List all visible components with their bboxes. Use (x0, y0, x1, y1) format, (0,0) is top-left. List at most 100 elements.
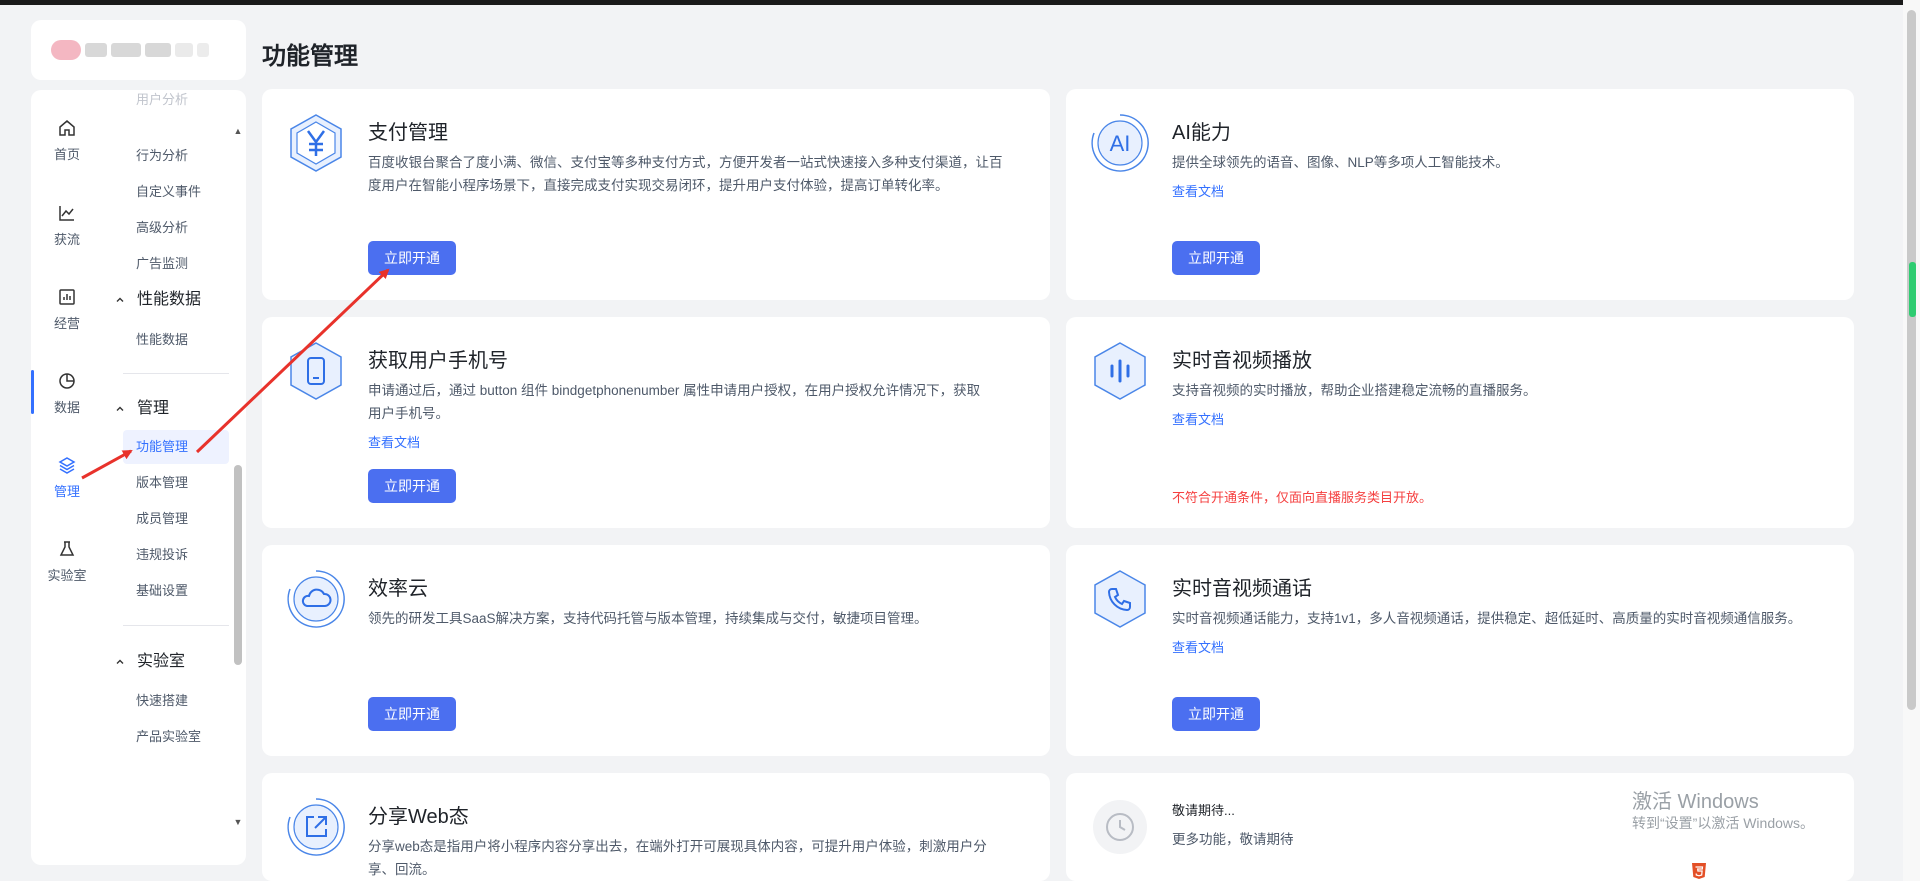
card-title: 获取用户手机号 (368, 350, 508, 372)
feature-card-live-call: 实时音视频通话 实时音视频通话能力，支持1v1，多人音视频通话，提供稳定、超低延… (1066, 545, 1854, 756)
html5-icon[interactable] (1690, 862, 1708, 880)
primary-nav: 首页 获流 经营 数据 管理 实验室 (31, 90, 103, 865)
card-description: 提供全球领先的语音、图像、NLP等多项人工智能技术。 (1172, 155, 1509, 170)
sub-item-ad-monitoring[interactable]: 广告监测 (136, 254, 188, 274)
phone-icon (290, 342, 342, 400)
sub-group-lab[interactable]: 实验室 (115, 651, 185, 673)
divider (123, 373, 229, 374)
feature-card-ai: AI AI能力 提供全球领先的语音、图像、NLP等多项人工智能技术。 查看文档 … (1066, 89, 1854, 300)
chevron-up-icon (116, 659, 124, 664)
scroll-up-arrow-icon[interactable]: ▲ (233, 126, 243, 136)
sub-item-user-analysis[interactable]: 用户分析 (136, 90, 188, 110)
view-docs-link[interactable]: 查看文档 (1172, 409, 1224, 428)
card-title: 效率云 (368, 578, 428, 600)
sub-item-member-management[interactable]: 成员管理 (136, 509, 188, 529)
nav-item-label: 获流 (53, 232, 80, 247)
sidebar-scroll-thumb[interactable] (234, 465, 242, 665)
feature-card-share-web: 分享Web态 分享web态是指用户将小程序内容分享出去，在端外打开可展现具体内容… (262, 773, 1050, 881)
sub-item-product-lab[interactable]: 产品实验室 (136, 727, 201, 747)
view-docs-link[interactable]: 查看文档 (1172, 181, 1224, 200)
activate-button-live-call[interactable]: 立即开通 (1172, 697, 1260, 731)
ai-icon: AI (1091, 114, 1149, 172)
card-description: 分享web态是指用户将小程序内容分享出去，在端外打开可展现具体内容，可提升用户体… (368, 839, 987, 877)
chart-line-icon (59, 206, 74, 221)
card-description: 更多功能，敬请期待 (1172, 832, 1294, 847)
nav-item-label: 实验室 (47, 568, 87, 583)
feature-card-phone-number: 获取用户手机号 申请通过后，通过 button 组件 bindgetphonen… (262, 317, 1050, 528)
card-title: 实时音视频播放 (1172, 350, 1312, 372)
activate-button-phone[interactable]: 立即开通 (368, 469, 456, 503)
nav-item-home[interactable]: 首页 (31, 118, 103, 188)
sub-item-performance-data[interactable]: 性能数据 (136, 330, 188, 350)
nav-item-label: 管理 (53, 484, 80, 499)
sub-group-performance[interactable]: 性能数据 (115, 289, 201, 311)
sidebar: 首页 获流 经营 数据 管理 实验室 用户分析 行为分析 自定义事件 高级分析 … (31, 90, 246, 865)
flask-icon (59, 541, 75, 556)
sub-item-version-management[interactable]: 版本管理 (136, 473, 188, 493)
nav-item-lab[interactable]: 实验室 (31, 539, 103, 609)
yuan-icon (290, 114, 342, 172)
scroll-down-arrow-icon[interactable]: ▼ (233, 817, 243, 827)
chevron-up-icon (116, 297, 124, 302)
card-title: AI能力 (1172, 122, 1231, 144)
card-description: 支持音视频的实时播放，帮助企业搭建稳定流畅的直播服务。 (1172, 383, 1537, 398)
sub-group-manage[interactable]: 管理 (115, 398, 169, 420)
page-scrollbar[interactable] (1903, 0, 1920, 881)
sub-group-label: 实验室 (137, 653, 186, 670)
view-docs-link[interactable]: 查看文档 (368, 432, 420, 451)
pie-chart-icon (59, 373, 75, 389)
call-icon (1094, 570, 1146, 628)
sub-item-feature-management[interactable]: 功能管理 (136, 437, 188, 457)
sidebar-scrollbar[interactable]: ▲ ▼ (229, 90, 246, 865)
card-title: 实时音视频通话 (1172, 578, 1312, 600)
windows-activation-watermark: 激活 Windows (1632, 791, 1759, 813)
blurred-logo-image (51, 40, 209, 60)
feature-card-live-playback: 实时音视频播放 支持音视频的实时播放，帮助企业搭建稳定流畅的直播服务。 查看文档… (1066, 317, 1854, 528)
sub-item-custom-event[interactable]: 自定义事件 (136, 182, 201, 202)
logo[interactable] (31, 20, 246, 80)
feature-card-efficiency-cloud: 效率云 领先的研发工具SaaS解决方案，支持代码托管与版本管理，持续集成与交付，… (262, 545, 1050, 756)
card-title: 敬请期待... (1172, 803, 1235, 818)
nav-active-indicator (31, 370, 34, 414)
activate-button-payment[interactable]: 立即开通 (368, 241, 456, 275)
scroll-marker (1909, 262, 1916, 317)
nav-item-label: 首页 (53, 147, 80, 162)
card-title: 分享Web态 (368, 806, 469, 828)
feature-card-payment: 支付管理 百度收银台聚合了度小满、微信、支付宝等多种支付方式，方便开发者一站式快… (262, 89, 1050, 300)
nav-item-label: 经营 (53, 316, 80, 331)
card-title: 支付管理 (368, 122, 448, 144)
ineligible-warning: 不符合开通条件，仅面向直播服务类目开放。 (1172, 490, 1433, 505)
cloud-icon (287, 570, 345, 628)
nav-item-data[interactable]: 数据 (31, 371, 103, 441)
top-bar (0, 0, 1920, 5)
bar-chart-icon (59, 289, 75, 305)
sub-group-label: 管理 (137, 400, 170, 417)
nav-item-traffic[interactable]: 获流 (31, 203, 103, 273)
nav-item-manage[interactable]: 管理 (31, 455, 103, 525)
nav-item-label: 数据 (53, 400, 80, 415)
nav-item-business[interactable]: 经营 (31, 287, 103, 357)
card-description: 百度收银台聚合了度小满、微信、支付宝等多种支付方式，方便开发者一站式快速接入多种… (368, 155, 1003, 193)
activate-button-efficiency-cloud[interactable]: 立即开通 (368, 697, 456, 731)
home-icon (59, 120, 75, 136)
share-icon (287, 798, 345, 856)
clock-icon (1093, 800, 1147, 854)
windows-activation-hint: 转到“设置”以激活 Windows。 (1632, 815, 1815, 831)
sub-item-basic-settings[interactable]: 基础设置 (136, 581, 188, 601)
sub-item-behavior-analysis[interactable]: 行为分析 (136, 146, 188, 166)
page-title: 功能管理 (262, 43, 358, 70)
card-description: 实时音视频通话能力，支持1v1，多人音视频通话，提供稳定、超低延时、高质量的实时… (1172, 611, 1802, 626)
divider (123, 625, 229, 626)
secondary-nav: 用户分析 行为分析 自定义事件 高级分析 广告监测 性能数据 性能数据 管理 功… (111, 90, 229, 865)
view-docs-link[interactable]: 查看文档 (1172, 637, 1224, 656)
sub-item-quick-build[interactable]: 快速搭建 (136, 691, 188, 711)
sub-item-violation-complaint[interactable]: 违规投诉 (136, 545, 188, 565)
sub-group-label: 性能数据 (137, 291, 202, 308)
page-scroll-thumb[interactable] (1907, 10, 1916, 710)
sub-item-advanced-analysis[interactable]: 高级分析 (136, 218, 188, 238)
activate-button-ai[interactable]: 立即开通 (1172, 241, 1260, 275)
card-description: 申请通过后，通过 button 组件 bindgetphonenumber 属性… (368, 383, 981, 421)
svg-text:AI: AI (1110, 131, 1131, 156)
audio-wave-icon (1094, 342, 1146, 400)
card-description: 领先的研发工具SaaS解决方案，支持代码托管与版本管理，持续集成与交付，敏捷项目… (368, 611, 928, 626)
